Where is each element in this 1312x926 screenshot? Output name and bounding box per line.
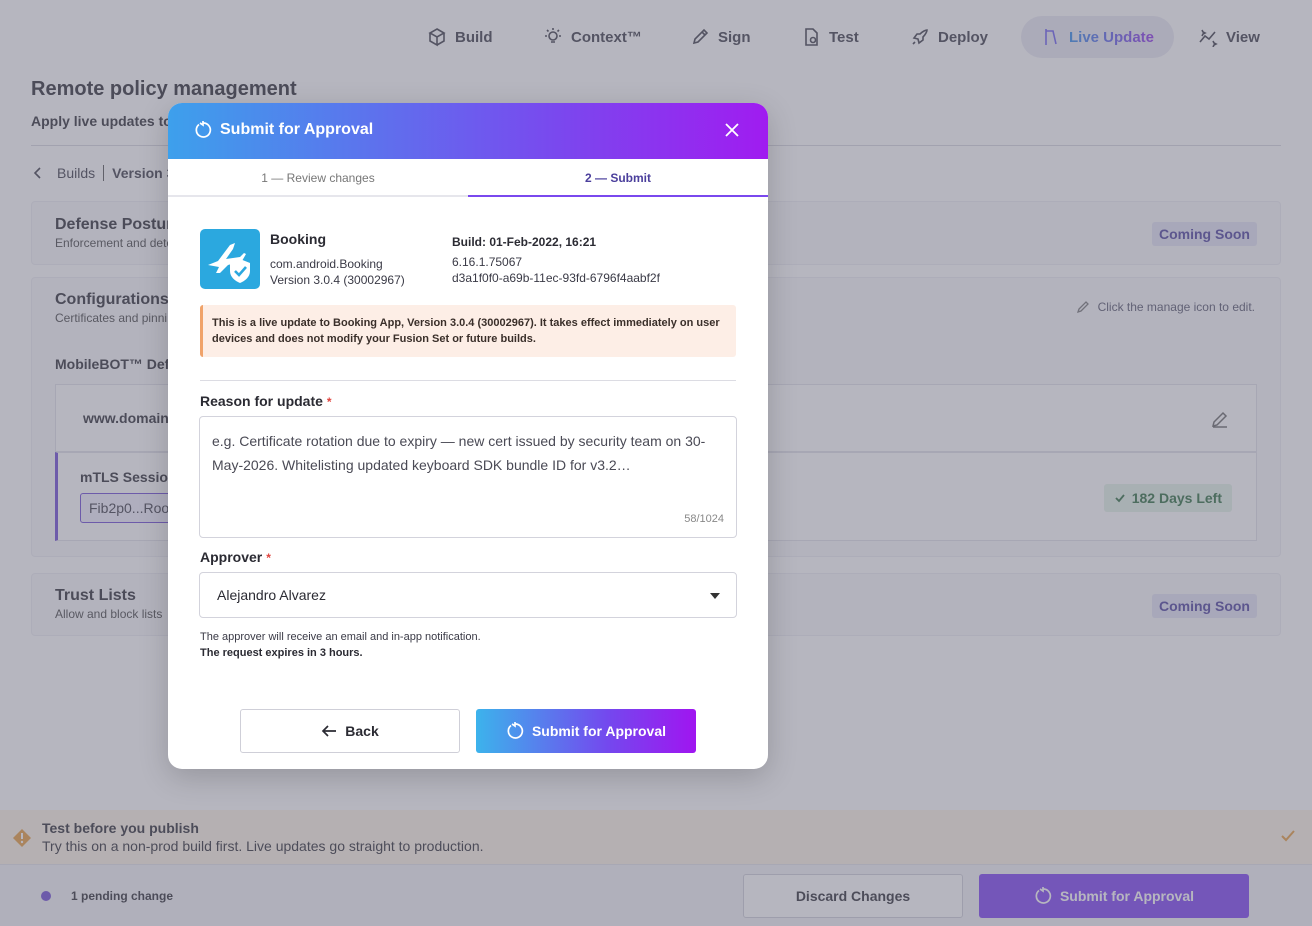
modal-title: Submit for Approval bbox=[220, 121, 374, 138]
required-asterisk: * bbox=[266, 551, 271, 565]
approver-label: Approver * bbox=[200, 549, 271, 565]
refresh-icon bbox=[195, 121, 212, 138]
modal-step-tabs: 1 — Review changes 2 — Submit bbox=[168, 159, 768, 197]
approver-note: The approver will receive an email and i… bbox=[200, 631, 481, 643]
expiry-note: The request expires in 3 hours. bbox=[200, 647, 363, 659]
tab-submit[interactable]: 2 — Submit bbox=[468, 159, 768, 197]
airplane-shield-icon bbox=[208, 243, 250, 283]
reason-char-count: 58/1024 bbox=[684, 513, 724, 525]
caret-down-icon bbox=[710, 593, 720, 599]
close-icon[interactable] bbox=[724, 122, 740, 138]
build-hash: d3a1f0f0-a69b-11ec-93fd-6796f4aabf2f bbox=[452, 271, 660, 285]
build-number: 6.16.1.75067 bbox=[452, 255, 523, 269]
build-date: Build: 01-Feb-2022, 16:21 bbox=[452, 235, 597, 249]
submit-for-approval-button[interactable]: Submit for Approval bbox=[476, 709, 696, 753]
refresh-icon bbox=[507, 722, 524, 739]
modal-header: Submit for Approval bbox=[168, 103, 768, 159]
approver-label-text: Approver bbox=[200, 549, 263, 565]
reason-placeholder: e.g. Certificate rotation due to expiry … bbox=[212, 433, 706, 473]
submit-approval-modal: Submit for Approval 1 — Review changes 2… bbox=[168, 103, 768, 769]
required-asterisk: * bbox=[326, 395, 332, 409]
app-name: Booking bbox=[270, 231, 326, 247]
arrow-left-icon bbox=[322, 725, 337, 737]
approver-select[interactable]: Alejandro Alvarez bbox=[199, 572, 737, 618]
approver-value: Alejandro Alvarez bbox=[217, 587, 326, 603]
app-package: com.android.Booking bbox=[270, 257, 383, 271]
app-icon bbox=[200, 229, 260, 289]
back-button-label: Back bbox=[345, 723, 379, 739]
reason-label: Reason for update * bbox=[200, 393, 332, 409]
submit-button-label: Submit for Approval bbox=[531, 723, 667, 739]
reason-label-text: Reason for update bbox=[200, 393, 323, 409]
modal-divider bbox=[200, 380, 736, 381]
app-version: Version 3.0.4 (30002967) bbox=[270, 273, 405, 287]
tab-review-changes[interactable]: 1 — Review changes bbox=[168, 159, 468, 197]
reason-textarea[interactable]: e.g. Certificate rotation due to expiry … bbox=[199, 416, 737, 538]
live-update-alert: This is a live update to Booking App, Ve… bbox=[200, 305, 736, 357]
back-button[interactable]: Back bbox=[240, 709, 460, 753]
